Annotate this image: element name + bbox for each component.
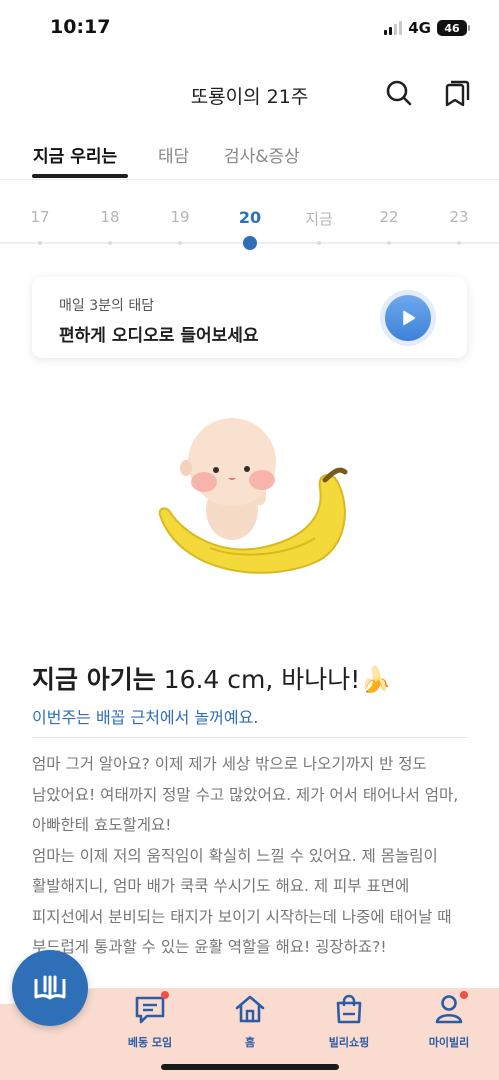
nav-label: 베동 모임 bbox=[127, 1036, 173, 1049]
baby-size-label: 지금 아기는 bbox=[32, 665, 156, 694]
battery-icon: 46 bbox=[437, 20, 470, 36]
tab-now[interactable]: 지금 우리는 bbox=[33, 142, 117, 167]
baby-banana-illustration bbox=[150, 410, 350, 600]
week-item-20[interactable]: 20 bbox=[225, 208, 275, 227]
home-icon bbox=[235, 995, 265, 1023]
divider bbox=[32, 737, 467, 738]
signal-icon bbox=[384, 21, 403, 35]
week-item-18[interactable]: 18 bbox=[85, 208, 135, 226]
audio-card[interactable]: 매일 3분의 태담 편하게 오디오로 들어보세요 bbox=[32, 277, 467, 358]
nav-home[interactable]: 홈 bbox=[210, 992, 290, 1050]
book-icon bbox=[34, 975, 66, 1000]
nav-label: 빌리쇼핑 bbox=[328, 1036, 370, 1049]
status-time: 10:17 bbox=[50, 16, 111, 38]
search-icon bbox=[386, 80, 412, 106]
notification-badge bbox=[161, 991, 169, 999]
week-item-22[interactable]: 22 bbox=[364, 208, 414, 226]
week-dot bbox=[317, 241, 321, 245]
tab-prenatal-talk[interactable]: 태담 bbox=[158, 142, 189, 167]
search-button[interactable] bbox=[384, 78, 414, 108]
play-icon bbox=[403, 310, 416, 326]
tab-tests-symptoms[interactable]: 검사&증상 bbox=[224, 142, 300, 167]
bookmarks-button[interactable] bbox=[442, 78, 472, 108]
shopping-bag-icon bbox=[336, 994, 362, 1024]
week-item-19[interactable]: 19 bbox=[155, 208, 205, 226]
week-item-23[interactable]: 23 bbox=[434, 208, 484, 226]
audio-card-title: 편하게 오디오로 들어보세요 bbox=[59, 326, 259, 346]
nav-label: 홈 bbox=[244, 1036, 256, 1049]
week-dot bbox=[457, 241, 461, 245]
nav-community[interactable]: 베동 모임 bbox=[110, 991, 190, 1050]
bookmarks-icon bbox=[445, 80, 470, 107]
week-selector: 17 18 19 20 지금 22 23 bbox=[0, 196, 499, 260]
audio-card-subtitle: 매일 3분의 태담 bbox=[59, 298, 155, 314]
tab-bar: 지금 우리는 태담 검사&증상 bbox=[0, 130, 499, 180]
network-type: 4G bbox=[408, 19, 431, 37]
week-item-17[interactable]: 17 bbox=[15, 208, 65, 226]
page-header: 또룡이의 21주 bbox=[0, 64, 499, 122]
diary-fab-button[interactable] bbox=[12, 950, 88, 1026]
week-dot bbox=[108, 241, 112, 245]
week-dot bbox=[178, 241, 182, 245]
week-dot bbox=[387, 241, 391, 245]
nav-my-page[interactable]: 마이빌리 bbox=[409, 991, 489, 1050]
status-bar: 10:17 4G 46 bbox=[0, 0, 499, 56]
page-title: 또룡이의 21주 bbox=[190, 86, 309, 108]
baby-letter-text: 엄마 그거 알아요? 이제 제가 세상 밖으로 나오기까지 반 정도 남았어요!… bbox=[32, 755, 459, 956]
notification-badge bbox=[460, 991, 468, 999]
baby-size-value: 16.4 cm, 바나나!🍌 bbox=[163, 665, 392, 694]
status-indicators: 4G 46 bbox=[384, 19, 470, 37]
baby-size-heading: 지금 아기는 16.4 cm, 바나나!🍌 bbox=[32, 660, 472, 696]
week-dot-selected bbox=[243, 236, 257, 250]
home-indicator bbox=[161, 1064, 339, 1070]
tab-active-indicator bbox=[32, 174, 128, 178]
week-dot bbox=[38, 241, 42, 245]
nav-label: 마이빌리 bbox=[428, 1036, 470, 1049]
nav-shopping[interactable]: 빌리쇼핑 bbox=[309, 992, 389, 1050]
baby-size-subheading: 이번주는 배꼽 근처에서 놀꺼예요. bbox=[32, 708, 259, 727]
play-button[interactable] bbox=[380, 290, 436, 346]
week-item-current[interactable]: 지금 bbox=[294, 208, 344, 229]
